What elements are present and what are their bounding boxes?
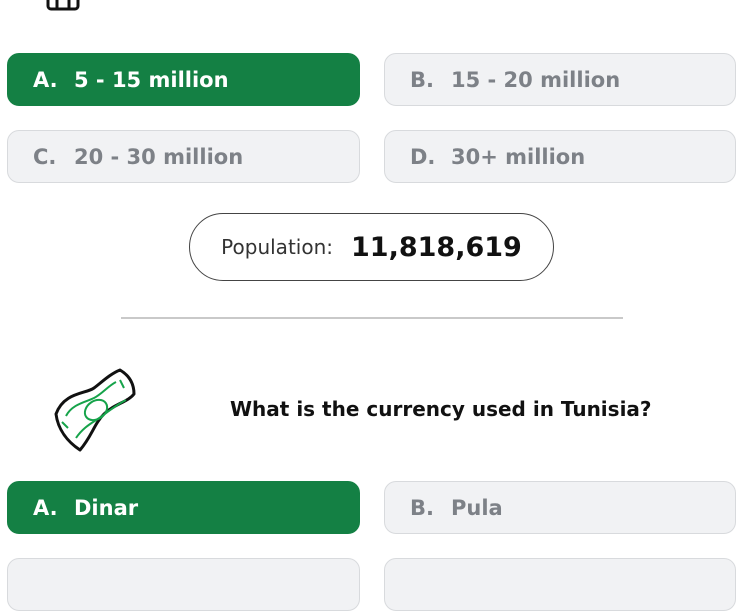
suitcase-icon <box>44 0 114 12</box>
option-text: 15 - 20 million <box>451 67 621 92</box>
option-text: Dinar <box>74 495 139 520</box>
option-a-5-15-million[interactable]: A. 5 - 15 million <box>7 53 360 106</box>
option-letter: D. <box>410 144 436 169</box>
option-text: 30+ million <box>451 144 586 169</box>
option-letter: B. <box>410 67 434 92</box>
option-b-pula[interactable]: B. Pula <box>384 481 736 534</box>
population-value: 11,818,619 <box>351 231 522 263</box>
option-letter: A. <box>33 67 58 92</box>
option-text: Pula <box>451 495 503 520</box>
option-text: 5 - 15 million <box>74 67 229 92</box>
question-text: What is the currency used in Tunisia? <box>230 397 652 421</box>
option-d-partial[interactable] <box>384 558 736 611</box>
option-c-20-30-million[interactable]: C. 20 - 30 million <box>7 130 360 183</box>
money-bill-icon <box>50 366 136 452</box>
option-d-30-plus-million[interactable]: D. 30+ million <box>384 130 736 183</box>
option-letter: C. <box>33 144 57 169</box>
section-divider <box>121 317 623 319</box>
option-letter: B. <box>410 495 434 520</box>
population-label: Population: <box>221 235 333 259</box>
option-text: 20 - 30 million <box>74 144 244 169</box>
option-letter: A. <box>33 495 58 520</box>
option-c-partial[interactable] <box>7 558 360 611</box>
population-answer-pill: Population: 11,818,619 <box>189 213 554 281</box>
option-a-dinar[interactable]: A. Dinar <box>7 481 360 534</box>
option-b-15-20-million[interactable]: B. 15 - 20 million <box>384 53 736 106</box>
